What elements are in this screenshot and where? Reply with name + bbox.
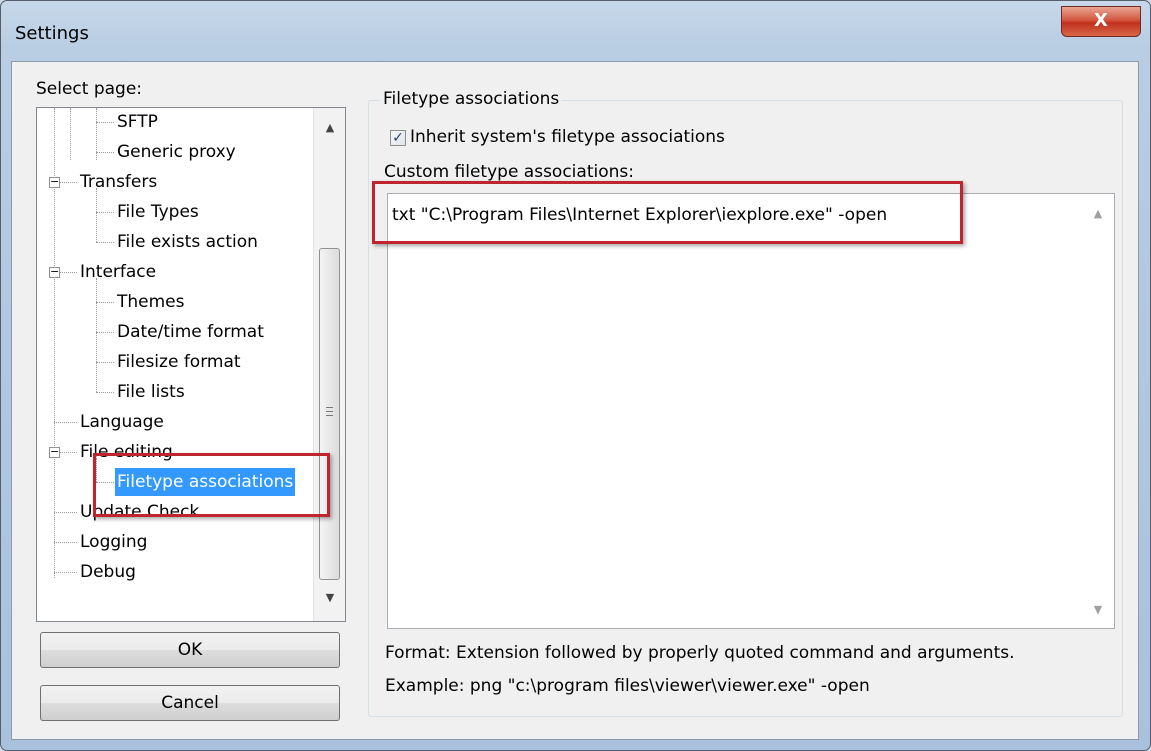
format-hint: Format: Extension followed by properly q…	[385, 643, 1015, 663]
settings-page-tree[interactable]: − − − SFTP Generic proxy Transfers File …	[36, 107, 346, 622]
close-button[interactable]: X	[1061, 6, 1141, 37]
scroll-up-arrow-icon[interactable]: ▲	[1082, 204, 1114, 224]
tree-item-file-lists[interactable]: File lists	[117, 378, 185, 406]
tree-item-filesize-format[interactable]: Filesize format	[117, 348, 241, 376]
textarea-scrollbar[interactable]: ▲ ▼	[1078, 194, 1115, 628]
tree-item-logging[interactable]: Logging	[80, 528, 147, 556]
window-title: Settings	[15, 23, 89, 44]
scroll-down-arrow-icon[interactable]: ▼	[314, 588, 345, 608]
tree-item-file-exists-action[interactable]: File exists action	[117, 228, 258, 256]
tree-expander-minus-icon[interactable]: −	[49, 446, 60, 458]
tree-item-generic-proxy[interactable]: Generic proxy	[117, 138, 236, 166]
dialog-client-area: Select page: − − − SFTP Generic proxy Tr…	[11, 61, 1139, 740]
close-icon: X	[1094, 10, 1108, 31]
tree-item-file-types[interactable]: File Types	[117, 198, 199, 226]
custom-associations-label: Custom filetype associations:	[384, 162, 634, 182]
tree-highlight-box	[93, 453, 330, 517]
scroll-up-arrow-icon[interactable]: ▲	[314, 118, 345, 138]
cancel-button[interactable]: Cancel	[40, 685, 340, 721]
custom-associations-textarea[interactable]: txt "C:\Program Files\Internet Explorer\…	[387, 193, 1115, 629]
inherit-checkbox[interactable]: ✓	[390, 130, 406, 146]
tree-expander-minus-icon[interactable]: −	[49, 176, 60, 188]
group-title: Filetype associations	[380, 89, 563, 109]
select-page-label: Select page:	[36, 79, 143, 99]
tree-item-debug[interactable]: Debug	[80, 558, 136, 586]
tree-scrollbar[interactable]: ▲ ▼	[313, 108, 345, 621]
settings-window: Settings X Select page: − − − SFTP Gener…	[0, 0, 1151, 751]
tree-item-date-time-format[interactable]: Date/time format	[117, 318, 264, 346]
tree-item-language[interactable]: Language	[80, 408, 164, 436]
tree-item-transfers[interactable]: Transfers	[80, 168, 157, 196]
tree-expander-minus-icon[interactable]: −	[49, 266, 60, 278]
tree-item-interface[interactable]: Interface	[80, 258, 156, 286]
tree-item-themes[interactable]: Themes	[117, 288, 185, 316]
ok-button[interactable]: OK	[40, 632, 340, 668]
title-bar: Settings X	[1, 1, 1150, 61]
checkbox-checked-icon: ✓	[392, 130, 404, 146]
value-highlight-box	[372, 181, 963, 244]
example-hint: Example: png "c:\program files\viewer\vi…	[385, 676, 870, 696]
tree-scroll-thumb[interactable]	[319, 248, 340, 580]
inherit-checkbox-label[interactable]: Inherit system's filetype associations	[410, 127, 725, 147]
tree-item-sftp[interactable]: SFTP	[117, 108, 158, 136]
scroll-down-arrow-icon[interactable]: ▼	[1082, 600, 1114, 620]
